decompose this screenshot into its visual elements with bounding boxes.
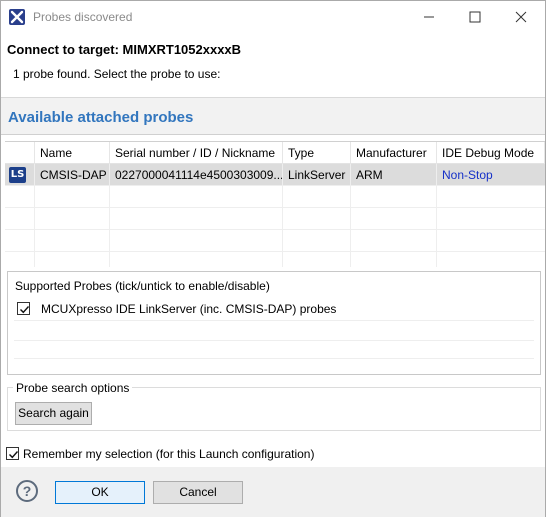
column-header-serial[interactable]: Serial number / ID / Nickname	[110, 142, 283, 164]
remember-selection-checkbox[interactable]	[6, 447, 19, 460]
table-row-empty	[5, 186, 545, 208]
search-again-button[interactable]: Search again	[15, 402, 92, 425]
app-logo-icon	[9, 9, 25, 25]
question-icon[interactable]: ?	[16, 480, 38, 502]
table-header: Name Serial number / ID / Nickname Type …	[5, 142, 545, 164]
remember-selection-label[interactable]: Remember my selection (for this Launch c…	[23, 447, 314, 461]
probes-table[interactable]: Name Serial number / ID / Nickname Type …	[5, 141, 545, 267]
list-divider	[14, 320, 534, 321]
window-title: Probes discovered	[33, 10, 133, 24]
cancel-button[interactable]: Cancel	[153, 481, 243, 504]
linkserver-probes-checkbox[interactable]	[17, 302, 30, 315]
table-row-empty	[5, 208, 545, 230]
list-divider	[14, 340, 534, 341]
probe-serial: 0227000041114e4500303009...	[110, 164, 283, 186]
ok-button[interactable]: OK	[55, 481, 145, 504]
probe-manufacturer: ARM	[351, 164, 437, 186]
list-divider	[14, 358, 534, 359]
table-row[interactable]: LS CMSIS-DAP 0227000041114e4500303009...…	[5, 164, 545, 186]
search-options-legend: Probe search options	[13, 381, 133, 395]
probe-name: CMSIS-DAP	[35, 164, 110, 186]
section-divider	[1, 134, 545, 135]
row-icon-cell: LS	[5, 164, 35, 186]
linkserver-icon: LS	[9, 167, 26, 183]
supported-probes-group: Supported Probes (tick/untick to enable/…	[7, 271, 541, 375]
table-row-empty	[5, 252, 545, 267]
linkserver-probes-label[interactable]: MCUXpresso IDE LinkServer (inc. CMSIS-DA…	[41, 302, 336, 316]
probe-type: LinkServer	[283, 164, 351, 186]
column-header-icon[interactable]	[5, 142, 35, 164]
dialog-message: 1 probe found. Select the probe to use:	[13, 67, 221, 81]
close-button[interactable]	[498, 1, 544, 33]
maximize-button[interactable]	[452, 1, 498, 33]
probes-dialog: Probes discovered Connect to target: MIM…	[0, 0, 546, 517]
column-header-name[interactable]: Name	[35, 142, 110, 164]
column-header-debug-mode[interactable]: IDE Debug Mode	[437, 142, 545, 164]
column-header-type[interactable]: Type	[283, 142, 351, 164]
supported-probes-list[interactable]: MCUXpresso IDE LinkServer (inc. CMSIS-DA…	[14, 296, 534, 372]
column-header-manufacturer[interactable]: Manufacturer	[351, 142, 437, 164]
minimize-button[interactable]	[406, 1, 452, 33]
dialog-heading: Connect to target: MIMXRT1052xxxxB	[7, 42, 242, 57]
table-row-empty	[5, 230, 545, 252]
probe-debug-mode-link[interactable]: Non-Stop	[437, 164, 545, 186]
supported-probes-title: Supported Probes (tick/untick to enable/…	[15, 279, 270, 293]
section-title: Available attached probes	[8, 109, 194, 126]
title-bar[interactable]: Probes discovered	[1, 1, 545, 33]
